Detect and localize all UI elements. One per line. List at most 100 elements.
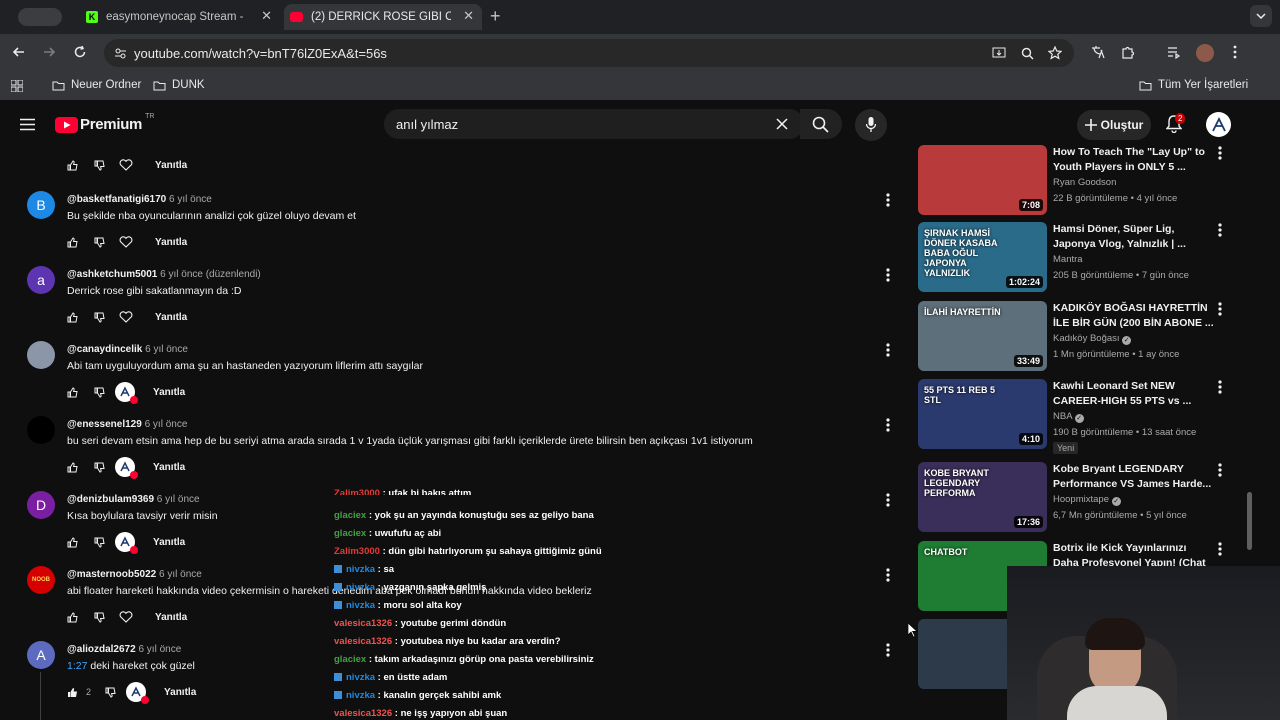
account-avatar[interactable]	[1206, 112, 1231, 137]
youtube-logo[interactable]: Premium TR	[55, 113, 154, 133]
reply-button[interactable]: Yanıtla	[155, 160, 187, 171]
reply-button[interactable]: Yanıtla	[153, 387, 185, 398]
recommended-video[interactable]: 7:08 How To Teach The "Lay Up" to Youth P…	[918, 145, 1238, 219]
video-menu-button[interactable]	[1218, 223, 1222, 237]
like-button[interactable]	[67, 386, 78, 398]
back-icon[interactable]	[12, 45, 26, 59]
comment-menu-button[interactable]	[886, 418, 894, 432]
comment-menu-button[interactable]	[886, 193, 894, 207]
site-info-icon[interactable]	[114, 47, 127, 60]
video-channel[interactable]: NBA ✓	[1053, 411, 1084, 423]
like-button[interactable]	[67, 611, 78, 623]
commenter-avatar[interactable]: A	[27, 641, 55, 669]
zoom-icon[interactable]	[1021, 47, 1034, 60]
dislike-button[interactable]	[94, 312, 105, 323]
address-bar[interactable]: youtube.com/watch?v=bnT76lZ0ExA&t=56s	[104, 39, 1074, 67]
search-input[interactable]: anıl yılmaz	[384, 109, 804, 139]
commenter-avatar[interactable]: a	[27, 266, 55, 294]
like-button[interactable]	[67, 687, 78, 698]
comment-time[interactable]: 6 yıl önce	[159, 569, 202, 580]
reply-button[interactable]: Yanıtla	[155, 237, 187, 248]
heart-button[interactable]	[119, 611, 133, 623]
video-thumbnail[interactable]: 7:08	[918, 145, 1047, 215]
create-button[interactable]: Oluştur	[1077, 110, 1151, 140]
new-tab-icon[interactable]: +	[490, 6, 501, 27]
video-thumbnail[interactable]: İLAHİ HAYRETTİN 33:49	[918, 301, 1047, 371]
comment-timestamp-link[interactable]: 1:27	[67, 660, 87, 672]
comment-author[interactable]: @basketfanatigi6170	[67, 194, 166, 205]
reply-button[interactable]: Yanıtla	[155, 612, 187, 623]
browser-menu-icon[interactable]	[1232, 45, 1238, 59]
like-button[interactable]	[67, 236, 78, 248]
heart-button[interactable]	[119, 311, 133, 323]
heart-button[interactable]	[115, 382, 138, 404]
search-button[interactable]	[800, 109, 842, 139]
dislike-button[interactable]	[94, 387, 105, 398]
video-channel[interactable]: Mantra	[1053, 254, 1083, 265]
notifications-button[interactable]: 2	[1166, 113, 1186, 133]
comment-time[interactable]: 6 yıl önce	[169, 194, 212, 205]
commenter-avatar[interactable]: B	[27, 191, 55, 219]
comment-author[interactable]: @aliozdal2672	[67, 644, 136, 655]
reply-button[interactable]: Yanıtla	[155, 312, 187, 323]
recommended-video[interactable]: KOBE BRYANT LEGENDARY PERFORMA 17:36 Kobe …	[918, 462, 1238, 536]
commenter-avatar[interactable]	[27, 341, 55, 369]
bookmark-folder[interactable]: Neuer Ordner	[52, 79, 141, 91]
heart-button[interactable]	[126, 682, 150, 704]
tab-youtube-video[interactable]: (2) DERRICK ROSE GİBİ OYNA ✕	[284, 4, 482, 30]
video-menu-button[interactable]	[1218, 463, 1222, 477]
reply-button[interactable]: Yanıtla	[164, 687, 196, 698]
recommended-video[interactable]: 55 PTS 11 REB 5 STL 4:10 Kawhi Leonard Set…	[918, 379, 1238, 454]
reply-button[interactable]: Yanıtla	[153, 537, 185, 548]
recommended-video[interactable]: İLAHİ HAYRETTİN 33:49 KADIKÖY BOĞASI HAYRE…	[918, 301, 1238, 375]
heart-button[interactable]	[115, 532, 138, 554]
video-title[interactable]: Kobe Bryant LEGENDARY Performance VS Jam…	[1053, 462, 1215, 492]
dislike-button[interactable]	[94, 612, 105, 623]
video-thumbnail[interactable]: KOBE BRYANT LEGENDARY PERFORMA 17:36	[918, 462, 1047, 532]
apps-grid-icon[interactable]	[11, 80, 23, 92]
comment-author[interactable]: @canaydincelik	[67, 344, 142, 355]
reply-button[interactable]: Yanıtla	[153, 462, 185, 473]
comment-time[interactable]: 6 yıl önce	[145, 344, 188, 355]
video-title[interactable]: KADIKÖY BOĞASI HAYRETTİN İLE BİR GÜN (20…	[1053, 301, 1215, 331]
video-menu-button[interactable]	[1218, 542, 1222, 556]
reading-list-icon[interactable]	[1167, 45, 1181, 59]
clear-search-icon[interactable]	[776, 118, 788, 130]
bookmark-folder[interactable]: DUNK	[153, 79, 205, 91]
comment-author[interactable]: @denizbulam9369	[67, 494, 154, 505]
dislike-button[interactable]	[94, 462, 105, 473]
commenter-avatar[interactable]	[27, 416, 55, 444]
like-button[interactable]	[67, 461, 78, 473]
comment-menu-button[interactable]	[886, 268, 894, 282]
comment-author[interactable]: @enessenel129	[67, 419, 142, 430]
comment-time[interactable]: 6 yıl önce (düzenlendi)	[160, 269, 261, 280]
video-menu-button[interactable]	[1218, 146, 1222, 160]
voice-search-button[interactable]	[855, 109, 887, 141]
tab-list-button[interactable]	[1250, 5, 1272, 27]
close-tab-icon[interactable]: ✕	[463, 8, 474, 24]
comment-menu-button[interactable]	[886, 343, 894, 357]
like-button[interactable]	[67, 159, 78, 171]
all-bookmarks-folder[interactable]: Tüm Yer İşaretleri	[1139, 79, 1248, 91]
video-title[interactable]: Hamsi Döner, Süper Lig, Japonya Vlog, Ya…	[1053, 222, 1215, 252]
like-button[interactable]	[67, 311, 78, 323]
extensions-icon[interactable]	[1121, 45, 1135, 59]
video-channel[interactable]: Kadıköy Boğası ✓	[1053, 333, 1132, 345]
forward-icon[interactable]	[42, 45, 56, 59]
comment-time[interactable]: 6 yıl önce	[145, 419, 188, 430]
comment-author[interactable]: @ashketchum5001	[67, 269, 157, 280]
dislike-button[interactable]	[94, 537, 105, 548]
comment-author[interactable]: @masternoob5022	[67, 569, 156, 580]
commenter-avatar[interactable]: D	[27, 491, 55, 519]
video-channel[interactable]: Ryan Goodson	[1053, 177, 1116, 188]
hamburger-menu-icon[interactable]	[20, 118, 35, 131]
reload-icon[interactable]	[73, 45, 87, 59]
comment-menu-button[interactable]	[886, 643, 894, 657]
translate-icon[interactable]	[1091, 45, 1105, 59]
dislike-button[interactable]	[94, 160, 105, 171]
close-tab-icon[interactable]: ✕	[261, 8, 272, 24]
commenter-avatar[interactable]: NOOB	[27, 566, 55, 594]
heart-button[interactable]	[115, 457, 138, 479]
comment-menu-button[interactable]	[886, 568, 894, 582]
video-channel[interactable]: Hoopmixtape ✓	[1053, 494, 1121, 506]
